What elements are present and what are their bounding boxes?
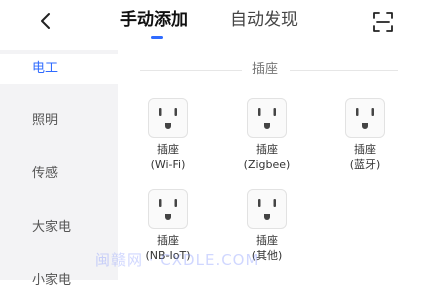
- socket-icon: [247, 189, 287, 229]
- sidebar-item-lighting[interactable]: 照明: [0, 106, 118, 136]
- section-title: 插座: [252, 62, 279, 77]
- device-protocol: (蓝牙): [349, 158, 381, 171]
- socket-icon: [148, 98, 188, 138]
- device-protocol: (Wi-Fi): [150, 158, 186, 171]
- device-name: 插座: [157, 143, 179, 156]
- socket-icon: [148, 189, 188, 229]
- tab-manual-add[interactable]: 手动添加: [120, 8, 188, 32]
- sidebar-item-small-appliance[interactable]: 小家电: [0, 266, 118, 296]
- section-divider-right: [290, 70, 398, 71]
- socket-icon: [247, 98, 287, 138]
- device-protocol: (Zigbee): [243, 158, 291, 171]
- sidebar-item-sensor[interactable]: 传感: [0, 159, 118, 189]
- tab-auto-discover[interactable]: 自动发现: [230, 8, 298, 32]
- device-socket-wifi[interactable]: 插座 (Wi-Fi): [123, 98, 213, 172]
- chevron-left-icon[interactable]: [30, 6, 60, 36]
- device-socket-bluetooth[interactable]: 插座 (蓝牙): [320, 98, 410, 172]
- device-name: 插座: [256, 234, 278, 247]
- device-socket-zigbee[interactable]: 插座 (Zigbee): [222, 98, 312, 172]
- active-tab-indicator: [151, 36, 163, 39]
- watermark: 闽赣网 · CXDLE.COM: [95, 251, 260, 269]
- section-divider-left: [140, 70, 242, 71]
- socket-icon: [345, 98, 385, 138]
- category-sidebar: 电工 照明 传感 大家电 小家电: [0, 50, 118, 288]
- sidebar-item-large-appliance[interactable]: 大家电: [0, 213, 118, 243]
- top-bar: 手动添加 自动发现: [0, 0, 432, 50]
- scan-icon[interactable]: [372, 11, 394, 33]
- device-list: 插座 插座 (Wi-Fi) 插座 (Zigbee) 插座 (蓝牙) 插座 (NB…: [118, 50, 432, 280]
- device-name: 插座: [157, 234, 179, 247]
- device-name: 插座: [354, 143, 376, 156]
- device-name: 插座: [256, 143, 278, 156]
- sidebar-item-electrical[interactable]: 电工: [0, 54, 118, 84]
